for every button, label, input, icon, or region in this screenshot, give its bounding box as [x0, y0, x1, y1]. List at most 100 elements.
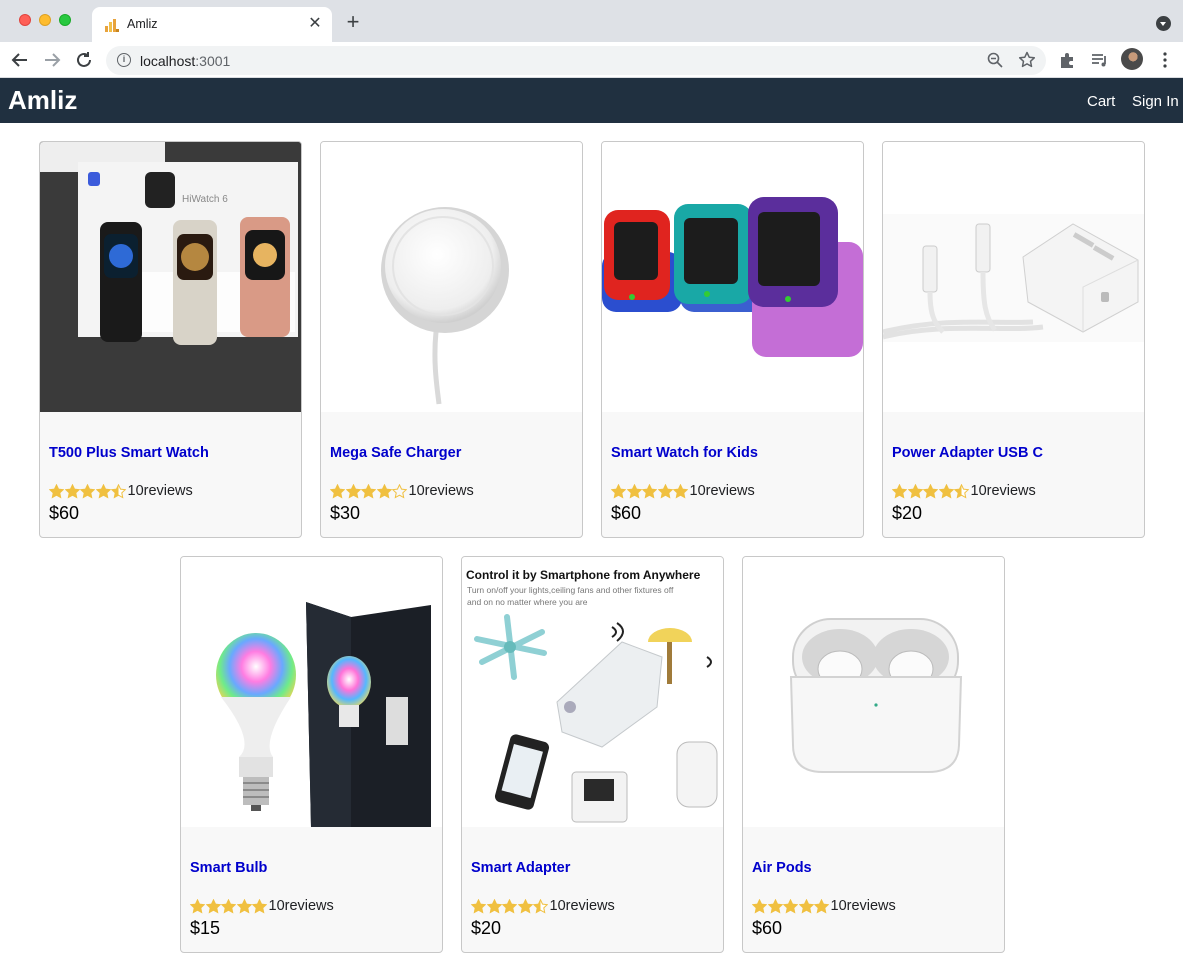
url-port: :3001: [195, 53, 231, 69]
cart-link[interactable]: Cart: [1087, 93, 1115, 110]
product-name-link[interactable]: T500 Plus Smart Watch: [49, 445, 209, 461]
review-count: 10reviews: [830, 898, 896, 914]
wireless-charger-image: [381, 207, 509, 405]
rating-stars: [752, 898, 830, 914]
product-card: Power Adapter USB C 10reviews $20: [882, 141, 1145, 538]
sign-in-link[interactable]: Sign In: [1132, 93, 1179, 110]
browser-menu-icon[interactable]: [1155, 50, 1175, 70]
product-name-link[interactable]: Power Adapter USB C: [892, 445, 1043, 461]
maximize-window-button[interactable]: [59, 14, 71, 26]
product-image-link[interactable]: [321, 142, 582, 412]
star-full-icon: [752, 898, 767, 913]
star-full-icon: [657, 483, 673, 498]
tab-search-icon[interactable]: [1156, 16, 1171, 31]
product-price: $60: [752, 918, 783, 938]
star-full-icon: [673, 483, 688, 498]
product-image-link[interactable]: [602, 142, 863, 412]
rating-stars: [330, 483, 408, 499]
close-tab-icon[interactable]: ✕: [306, 15, 324, 33]
rating-stars: [892, 483, 970, 499]
product-image-link[interactable]: [181, 557, 442, 827]
profile-avatar[interactable]: [1121, 48, 1143, 70]
forward-icon[interactable]: [40, 48, 64, 72]
product-rating: 10reviews: [892, 482, 1036, 500]
product-rating: 10reviews: [190, 897, 334, 915]
star-full-icon: [361, 483, 376, 498]
star-full-icon: [907, 483, 923, 498]
star-full-icon: [923, 483, 938, 498]
url-host: localhost: [140, 53, 196, 69]
bookmark-star-icon[interactable]: [1018, 51, 1036, 69]
amliz-favicon-icon: [105, 19, 119, 32]
star-full-icon: [80, 483, 95, 498]
product-rating: 10reviews: [611, 482, 755, 500]
extensions-icon[interactable]: [1058, 50, 1078, 70]
product-card: Smart Watch for Kids 10reviews $60: [601, 141, 864, 538]
product-image-link[interactable]: Control it by Smartphone from Anywhere T…: [462, 557, 723, 827]
smart-adapter-image: Control it by Smartphone from Anywhere T…: [466, 568, 718, 823]
review-count: 10reviews: [408, 483, 474, 499]
reload-icon[interactable]: [72, 48, 96, 72]
review-count: 10reviews: [970, 483, 1036, 499]
review-count: 10reviews: [268, 898, 334, 914]
star-full-icon: [626, 483, 642, 498]
rating-stars: [49, 483, 127, 499]
product-name-link[interactable]: Smart Adapter: [471, 860, 570, 876]
product-image-link[interactable]: [743, 557, 1004, 827]
product-name-link[interactable]: Mega Safe Charger: [330, 445, 461, 461]
star-full-icon: [486, 898, 502, 913]
star-full-icon: [345, 483, 361, 498]
product-rating: 10reviews: [752, 897, 896, 915]
back-icon[interactable]: [8, 48, 32, 72]
product-name-link[interactable]: Smart Watch for Kids: [611, 445, 758, 461]
star-full-icon: [798, 898, 814, 913]
browser-toolbar: i localhost:3001: [0, 42, 1183, 78]
star-half-icon: [533, 898, 548, 913]
product-card: Control it by Smartphone from Anywhere T…: [461, 556, 724, 953]
adapter-subline-2: and on no matter where you are: [467, 597, 588, 607]
brand-logo-link[interactable]: Amliz: [8, 85, 77, 116]
star-full-icon: [236, 898, 252, 913]
product-price: $20: [892, 503, 923, 523]
star-full-icon: [611, 483, 626, 498]
new-tab-icon[interactable]: +: [342, 11, 364, 33]
close-window-button[interactable]: [19, 14, 31, 26]
star-full-icon: [642, 483, 657, 498]
star-full-icon: [767, 898, 783, 913]
star-full-icon: [814, 898, 829, 913]
product-card: Mega Safe Charger 10reviews $30: [320, 141, 583, 538]
zoom-icon[interactable]: [986, 51, 1004, 69]
star-full-icon: [376, 483, 392, 498]
media-queue-icon[interactable]: [1090, 50, 1110, 70]
review-count: 10reviews: [127, 483, 193, 499]
star-empty-icon: [392, 483, 407, 498]
star-full-icon: [64, 483, 80, 498]
star-full-icon: [517, 898, 533, 913]
review-count: 10reviews: [549, 898, 615, 914]
star-full-icon: [190, 898, 205, 913]
browser-tab-strip: Amliz ✕ +: [0, 0, 1183, 42]
star-full-icon: [252, 898, 267, 913]
rating-stars: [471, 898, 549, 914]
browser-tab[interactable]: Amliz ✕: [92, 7, 332, 42]
minimize-window-button[interactable]: [39, 14, 51, 26]
product-image-link[interactable]: [883, 142, 1144, 412]
product-card: HiWatch 6 T500 Plus Smart Watch 10review…: [39, 141, 302, 538]
site-info-icon[interactable]: i: [117, 53, 131, 67]
app-header: Amliz Cart Sign In: [0, 78, 1183, 123]
smart-bulb-image: [216, 602, 431, 827]
product-price: $60: [49, 503, 80, 523]
rating-stars: [190, 898, 268, 914]
smart-watch-image: HiWatch 6: [40, 142, 301, 412]
product-name-link[interactable]: Smart Bulb: [190, 860, 267, 876]
product-price: $15: [190, 918, 221, 938]
product-name-link[interactable]: Air Pods: [752, 860, 812, 876]
kids-watch-image: [602, 197, 863, 357]
star-half-icon: [954, 483, 969, 498]
watch-box-label: HiWatch 6: [182, 194, 228, 205]
address-bar[interactable]: i localhost:3001: [106, 46, 1046, 75]
star-full-icon: [205, 898, 221, 913]
product-image-link[interactable]: HiWatch 6: [40, 142, 301, 412]
star-full-icon: [783, 898, 798, 913]
air-pods-image: [789, 618, 963, 773]
